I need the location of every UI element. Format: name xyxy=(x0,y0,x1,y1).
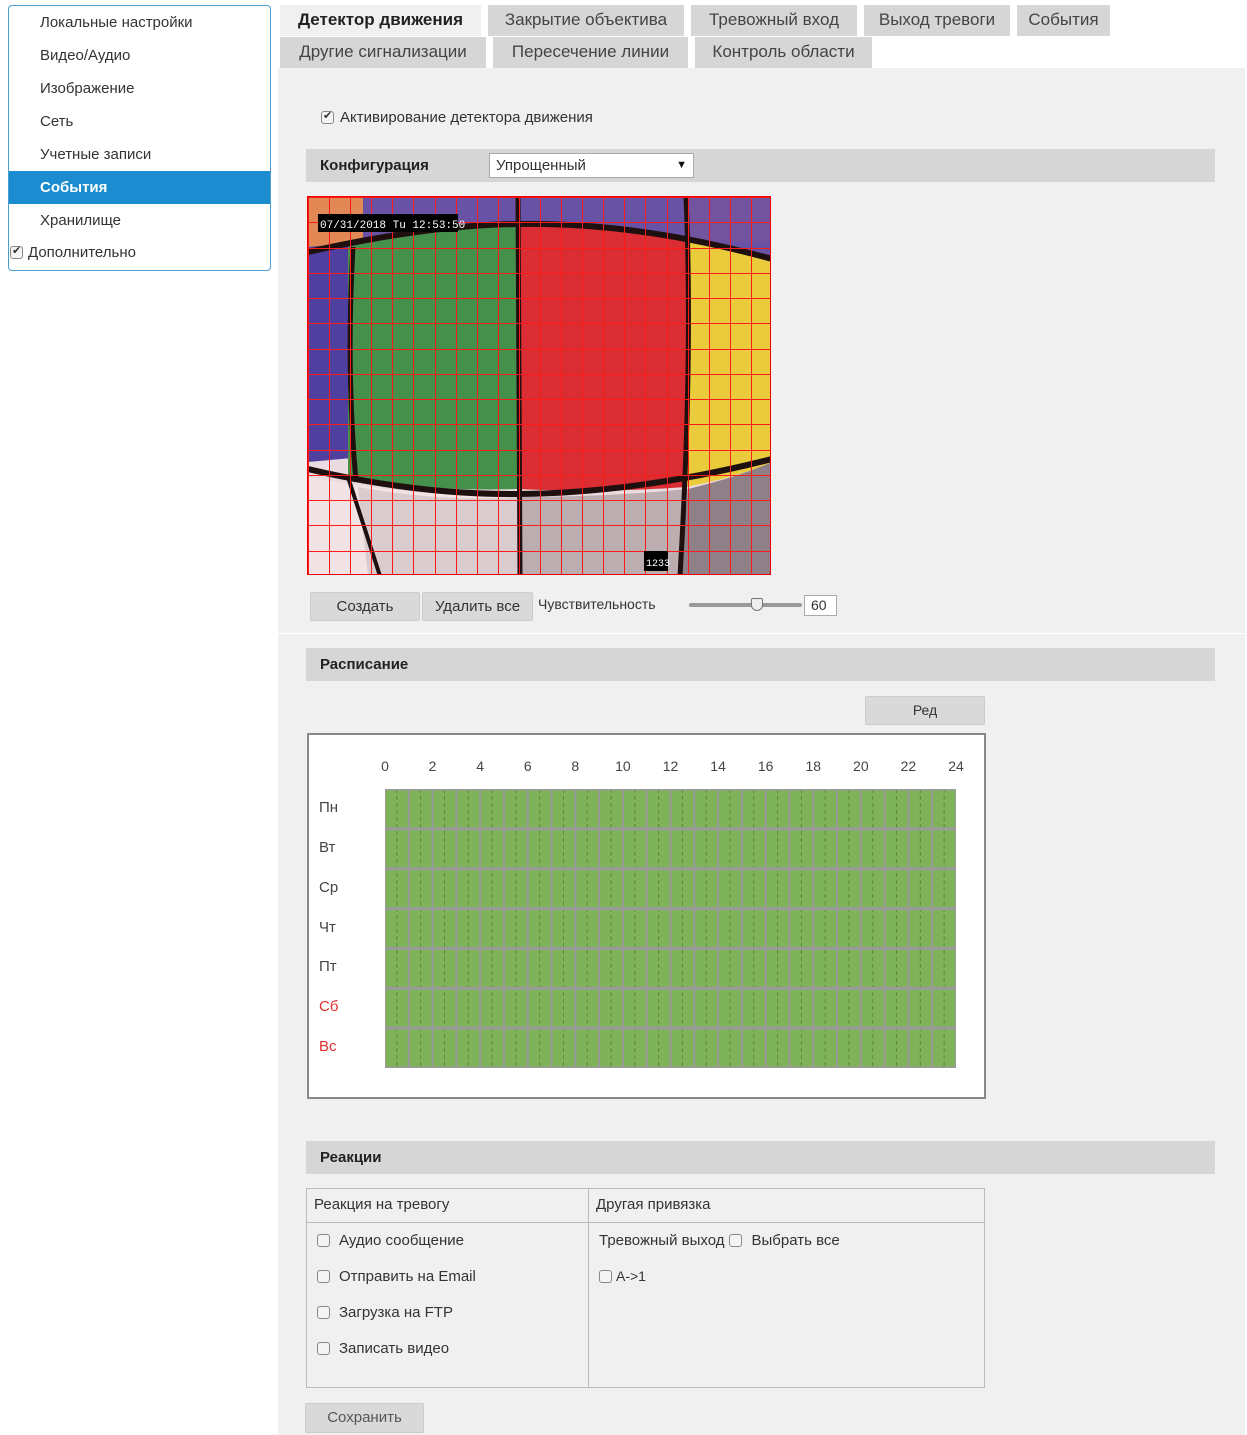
sidebar-item-local-settings[interactable]: Локальные настройки xyxy=(9,6,270,39)
camera-image: 07/31/2018 Tu 12:53:50 1233 xyxy=(308,197,770,574)
motion-enable-row[interactable]: Активирование детектора движения xyxy=(321,109,593,126)
config-label: Конфигурация xyxy=(320,157,429,174)
advanced-label: Дополнительно xyxy=(28,244,136,261)
sidebar-item-storage[interactable]: Хранилище xyxy=(9,204,270,237)
motion-enable-label: Активирование детектора движения xyxy=(340,109,593,126)
day-label: Вт xyxy=(319,838,336,856)
day-label: Сб xyxy=(319,998,339,1016)
hour-label: 4 xyxy=(476,758,485,774)
reactions-header: Реакции xyxy=(306,1141,1215,1174)
day-label: Пн xyxy=(319,799,339,816)
select-all-label: Выбрать все xyxy=(751,1232,840,1249)
config-header: Конфигурация xyxy=(306,149,1215,182)
divider xyxy=(278,633,1245,634)
audio-checkbox[interactable] xyxy=(317,1234,330,1247)
delete-all-button[interactable]: Удалить все xyxy=(422,592,533,621)
sidebar-item-events[interactable]: События xyxy=(9,171,270,204)
osd-channel: 1233 xyxy=(646,559,670,570)
select-all-checkbox[interactable] xyxy=(729,1234,743,1247)
hour-label: 12 xyxy=(662,758,679,774)
hour-label: 0 xyxy=(381,758,389,774)
tab-events[interactable]: События xyxy=(1017,5,1110,36)
sensitivity-slider-handle[interactable] xyxy=(751,598,763,611)
hour-label: 2 xyxy=(428,758,437,774)
hour-label: 10 xyxy=(615,758,631,774)
alarm-reaction-header: Реакция на тревогу xyxy=(307,1189,588,1223)
option-ftp[interactable]: Загрузка на FTP xyxy=(317,1304,453,1321)
hour-label: 8 xyxy=(571,758,580,774)
record-checkbox[interactable] xyxy=(317,1342,330,1355)
alarm-output-label: Тревожный выход xyxy=(599,1232,725,1249)
option-email[interactable]: Отправить на Email xyxy=(317,1268,476,1285)
option-record-label: Записать видео xyxy=(339,1340,450,1357)
sidebar-item-video-audio[interactable]: Видео/Аудио xyxy=(9,39,270,72)
other-linkage-header: Другая привязка xyxy=(589,1189,984,1223)
config-select-value: Упрощенный xyxy=(496,157,586,174)
day-label: Чт xyxy=(319,918,336,936)
option-channel[interactable]: A->1 xyxy=(599,1268,646,1284)
day-label: Вс xyxy=(319,1038,337,1056)
hour-label: 18 xyxy=(805,758,822,774)
schedule-header: Расписание xyxy=(306,648,1215,681)
tab-alarm-input[interactable]: Тревожный вход xyxy=(691,5,857,36)
option-audio[interactable]: Аудио сообщение xyxy=(317,1232,464,1249)
advanced-toggle[interactable]: Дополнительно xyxy=(10,244,136,261)
schedule-edit-button[interactable]: Ред xyxy=(865,696,985,725)
option-audio-label: Аудио сообщение xyxy=(339,1232,464,1249)
sensitivity-label: Чувствительность xyxy=(538,596,656,612)
save-button[interactable]: Сохранить xyxy=(305,1403,424,1433)
email-checkbox[interactable] xyxy=(317,1270,330,1283)
osd-timestamp: 07/31/2018 Tu 12:53:50 xyxy=(320,220,465,232)
ftp-checkbox[interactable] xyxy=(317,1306,330,1319)
config-select[interactable]: Упрощенный ▼ xyxy=(489,153,694,178)
hour-label: 24 xyxy=(948,758,964,774)
hour-label: 20 xyxy=(853,758,869,774)
dropdown-arrow-icon: ▼ xyxy=(676,159,687,171)
hour-label: 14 xyxy=(710,758,726,774)
advanced-checkbox[interactable] xyxy=(10,244,23,259)
hour-label: 22 xyxy=(900,758,917,774)
create-button[interactable]: Создать xyxy=(310,592,420,621)
tab-line-crossing[interactable]: Пересечение линии xyxy=(493,37,688,68)
day-label: Ср xyxy=(319,878,339,896)
sidebar-item-network[interactable]: Сеть xyxy=(9,105,270,138)
motion-enable-checkbox[interactable] xyxy=(321,109,334,124)
sensitivity-slider[interactable] xyxy=(689,598,802,611)
tab-lens-cover[interactable]: Закрытие объектива xyxy=(488,5,684,36)
alarm-output-row: Тревожный выход Выбрать все xyxy=(599,1232,840,1249)
schedule-grid[interactable] xyxy=(385,789,956,1068)
sidebar-item-accounts[interactable]: Учетные записи xyxy=(9,138,270,171)
option-record[interactable]: Записать видео xyxy=(317,1340,449,1357)
hour-label: 16 xyxy=(757,758,774,774)
schedule-title: Расписание xyxy=(320,656,409,673)
option-email-label: Отправить на Email xyxy=(339,1268,476,1285)
sensitivity-value-input[interactable]: 60 xyxy=(804,595,837,616)
day-label: Пт xyxy=(319,958,337,976)
schedule-panel: 0 2 4 6 8 10 12 14 16 18 20 22 24 Пн Вт Ср Чт Пт Сб Вс xyxy=(307,733,986,1099)
other-linkage-column: Другая привязка Тревожный выход Выбрать … xyxy=(589,1189,984,1387)
hour-label: 6 xyxy=(523,758,532,774)
tab-alarm-output[interactable]: Выход тревоги xyxy=(864,5,1010,36)
channel-checkbox[interactable] xyxy=(599,1269,612,1283)
tab-other-alarms[interactable]: Другие сигнализации xyxy=(280,37,486,68)
tab-motion-detector[interactable]: Детектор движения xyxy=(280,5,481,36)
reactions-table: Реакция на тревогу Аудио сообщение Отпра… xyxy=(306,1188,985,1388)
channel-label: A->1 xyxy=(616,1268,646,1284)
alarm-reaction-column: Реакция на тревогу Аудио сообщение Отпра… xyxy=(307,1189,589,1387)
sidebar-item-image[interactable]: Изображение xyxy=(9,72,270,105)
video-preview[interactable]: 07/31/2018 Tu 12:53:50 1233 xyxy=(307,196,771,575)
tab-area-control[interactable]: Контроль области xyxy=(695,37,872,68)
reactions-title: Реакции xyxy=(320,1149,382,1166)
sidebar: Локальные настройки Видео/Аудио Изображе… xyxy=(8,5,271,271)
option-ftp-label: Загрузка на FTP xyxy=(339,1304,453,1321)
